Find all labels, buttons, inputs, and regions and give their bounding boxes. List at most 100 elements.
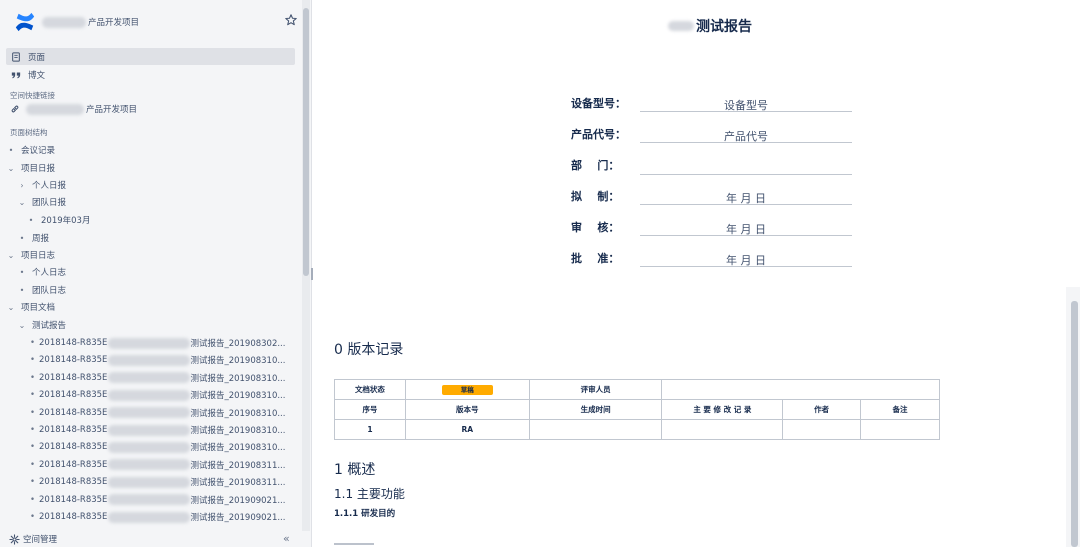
- tree-item-team-log[interactable]: • 团队日志: [17, 283, 66, 297]
- report-prefix: 2018148-R835E: [39, 512, 108, 522]
- redacted-text: [108, 441, 191, 453]
- table-row: 1 RA: [334, 419, 940, 440]
- test-report-item[interactable]: • 2018148-R835E 测试报告_201908310...: [30, 388, 285, 402]
- chevron-down-icon[interactable]: ⌄: [6, 164, 16, 173]
- tree-item-label: 2019年03月: [41, 216, 91, 226]
- space-name[interactable]: 产品开发项目: [42, 16, 139, 28]
- chevron-down-icon[interactable]: ⌄: [17, 198, 27, 207]
- chevron-down-icon[interactable]: ⌄: [6, 251, 16, 260]
- quote-icon: [11, 72, 21, 78]
- bullet-icon: •: [30, 494, 36, 505]
- form-label-device-model: 设备型号：: [571, 97, 626, 110]
- redacted-text: [26, 103, 84, 115]
- chevron-down-icon[interactable]: ⌄: [17, 321, 27, 330]
- page-icon: [12, 51, 20, 62]
- report-suffix: 测试报告_201908310...: [190, 356, 286, 367]
- report-suffix: 测试报告_201908311...: [190, 478, 286, 489]
- test-report-item[interactable]: • 2018148-R835E 测试报告_201908310...: [30, 371, 285, 385]
- test-report-item[interactable]: • 2018148-R835E 测试报告_201908310...: [30, 406, 285, 420]
- form-value-approved: 年 月 日: [640, 251, 852, 267]
- tree-item-weekly[interactable]: • 周报: [17, 231, 49, 245]
- version-record-table: 文档状态 草稿 评审人员 序号 版本号 生成时间 主 要 修 改 记 录 作者 …: [334, 379, 940, 440]
- tree-item-personal-daily[interactable]: › 个人日报: [17, 178, 66, 192]
- form-label-product-code: 产品代号：: [571, 128, 626, 141]
- test-report-item[interactable]: • 2018148-R835E 测试报告_201909021...: [30, 493, 285, 507]
- tree-item-label: 团队日志: [32, 286, 67, 296]
- tree-item-label: 项目日志: [21, 251, 56, 261]
- space-name-label: 产品开发项目: [88, 18, 140, 28]
- test-report-item[interactable]: • 2018148-R835E 测试报告_201908310...: [30, 423, 285, 437]
- test-report-item[interactable]: • 2018148-R835E 测试报告_201909021...: [30, 510, 285, 524]
- content-scrollbar-thumb[interactable]: [1071, 301, 1078, 547]
- table-header-row: 序号 版本号 生成时间 主 要 修 改 记 录 作者 备注: [334, 399, 940, 420]
- shortcut-link-label: 产品开发项目: [86, 105, 138, 115]
- form-label-department: 部 门：: [571, 159, 620, 172]
- tree-item-2019-03[interactable]: • 2019年03月: [26, 213, 91, 227]
- bullet-icon: •: [30, 390, 36, 401]
- tree-item-test-reports[interactable]: ⌄ 测试报告: [17, 318, 66, 332]
- tree-item-label: 会议记录: [21, 146, 56, 156]
- report-suffix: 测试报告_201909021...: [190, 495, 286, 506]
- table-header-cell: 作者: [782, 399, 862, 420]
- gear-icon[interactable]: [9, 533, 20, 545]
- bullet-icon: •: [30, 372, 36, 383]
- report-prefix: 2018148-R835E: [39, 407, 108, 418]
- test-report-item[interactable]: • 2018148-R835E 测试报告_201908310...: [30, 440, 285, 454]
- bullet-icon: •: [30, 477, 36, 488]
- report-suffix: 测试报告_201909021...: [190, 513, 286, 523]
- tree-item-project-docs[interactable]: ⌄ 项目文档: [6, 300, 55, 314]
- status-badge[interactable]: 草稿: [441, 384, 493, 395]
- shortcut-link[interactable]: 产品开发项目: [10, 103, 137, 115]
- report-prefix: 2018148-R835E: [39, 442, 108, 453]
- heading-main-functions: 1.1 主要功能: [334, 487, 405, 501]
- bullet-icon: •: [8, 145, 14, 155]
- bullet-icon: •: [30, 425, 36, 435]
- chevron-down-icon[interactable]: ⌄: [6, 303, 16, 312]
- table-cell: 草稿: [404, 379, 530, 400]
- chevron-right-icon[interactable]: ›: [17, 181, 27, 190]
- table-cell: 评审人员: [528, 379, 663, 400]
- confluence-logo-icon[interactable]: [14, 11, 36, 33]
- table-cell: 文档状态: [334, 379, 406, 400]
- report-prefix: 2018148-R835E: [39, 355, 108, 366]
- heading-rd-purpose: 1.1.1 研发目的: [334, 509, 396, 519]
- table-cell: [782, 419, 862, 440]
- bullet-icon: •: [30, 512, 36, 522]
- space-settings-label[interactable]: 空间管理: [23, 533, 57, 545]
- tree-item-meeting-notes[interactable]: • 会议记录: [6, 143, 55, 157]
- report-prefix: 2018148-R835E: [39, 477, 108, 488]
- tree-item-daily-report[interactable]: ⌄ 项目日报: [6, 161, 55, 175]
- tree-item-team-daily[interactable]: ⌄ 团队日报: [17, 195, 66, 209]
- report-prefix: 2018148-R835E: [39, 372, 108, 383]
- redacted-text: [668, 21, 694, 31]
- heading-overview: 1 概述: [334, 462, 376, 478]
- star-icon[interactable]: [284, 13, 298, 27]
- nav-blog[interactable]: 博文: [6, 66, 295, 83]
- nav-pages[interactable]: 页面: [6, 48, 295, 65]
- link-icon: [11, 105, 19, 113]
- sidebar-footer: 空间管理 «: [0, 531, 312, 547]
- test-report-item[interactable]: • 2018148-R835E 测试报告_201908302...: [30, 336, 285, 350]
- table-header-cell: 主 要 修 改 记 录: [661, 399, 784, 420]
- sidebar-scrollbar-thumb[interactable]: [303, 8, 309, 276]
- tree-item-project-log[interactable]: ⌄ 项目日志: [6, 248, 55, 262]
- report-prefix: 2018148-R835E: [39, 494, 108, 505]
- redacted-text: [108, 354, 191, 366]
- tree-item-label: 周报: [32, 234, 50, 244]
- test-report-item[interactable]: • 2018148-R835E 测试报告_201908311...: [30, 475, 285, 489]
- page-title: 测试报告: [668, 16, 752, 36]
- table-header-cell: 生成时间: [528, 399, 663, 420]
- bullet-icon: •: [19, 285, 25, 295]
- test-report-item[interactable]: • 2018148-R835E 测试报告_201908310...: [30, 353, 285, 367]
- test-report-item[interactable]: • 2018148-R835E 测试报告_201908311...: [30, 458, 285, 472]
- sidebar-header: 产品开发项目: [0, 0, 312, 44]
- tree-item-label: 团队日报: [32, 198, 67, 208]
- tree-item-label: 个人日报: [32, 181, 67, 191]
- form-label-reviewed: 审 核：: [571, 221, 620, 234]
- table-cell: [661, 379, 940, 400]
- collapse-sidebar-icon[interactable]: «: [283, 532, 290, 545]
- form-value-department: [640, 159, 852, 175]
- bullet-icon: •: [30, 407, 36, 418]
- tree-item-label: 个人日志: [32, 268, 67, 278]
- tree-item-personal-log[interactable]: • 个人日志: [17, 265, 66, 279]
